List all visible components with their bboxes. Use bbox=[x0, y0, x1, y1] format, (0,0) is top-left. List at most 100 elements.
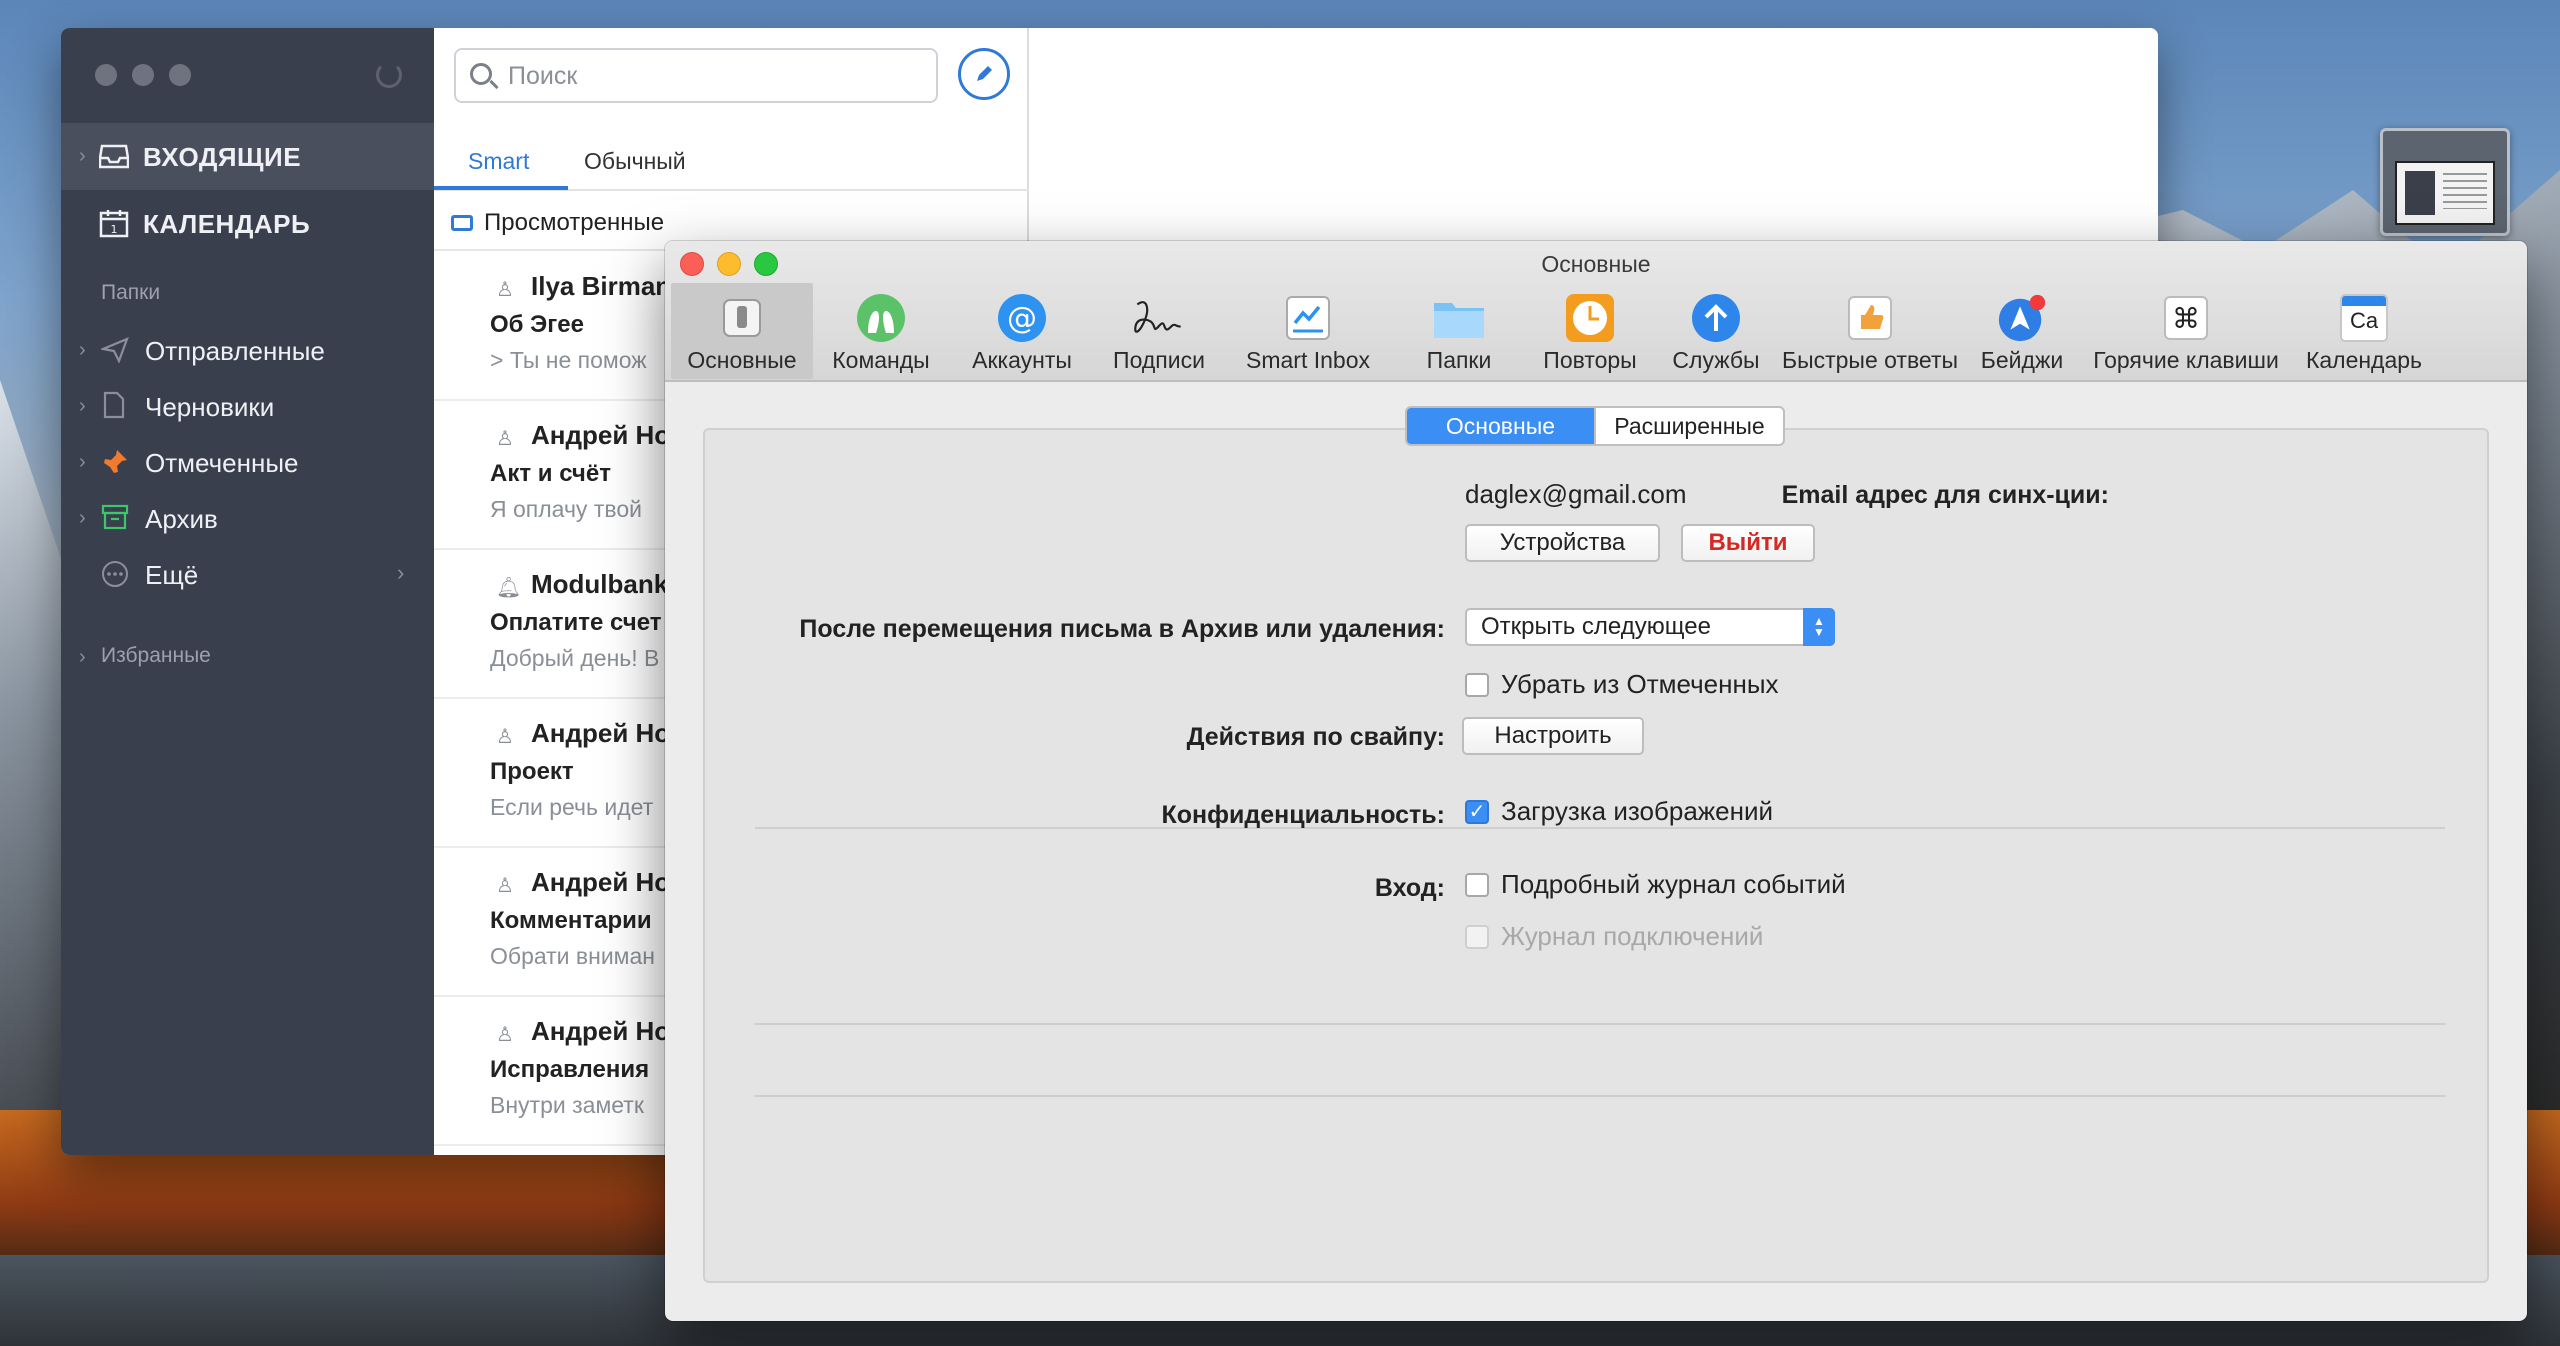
compose-button[interactable] bbox=[958, 48, 1010, 100]
search-input[interactable] bbox=[508, 58, 928, 94]
checkbox-label: Убрать из Отмеченных bbox=[1501, 669, 1779, 699]
sidebar-item-favorites[interactable]: › Избранные bbox=[61, 632, 434, 682]
sidebar-item-inbox[interactable]: › ВХОДЯЩИЕ bbox=[61, 123, 434, 190]
checkbox-label: Загрузка изображений bbox=[1501, 796, 1774, 826]
pin-icon bbox=[101, 448, 129, 476]
sidebar-item-label: Ещё bbox=[145, 560, 199, 590]
remove-from-flagged-checkbox[interactable]: Убрать из Отмеченных bbox=[1465, 669, 1779, 700]
svg-text:@: @ bbox=[1007, 301, 1037, 336]
toolbar-commands[interactable]: Команды bbox=[817, 283, 945, 379]
general-switch-icon bbox=[715, 291, 769, 345]
load-images-checkbox[interactable]: ✓ Загрузка изображений bbox=[1465, 796, 1773, 827]
wallpaper-mountain-left bbox=[0, 380, 70, 1200]
toolbar-smart-inbox[interactable]: Smart Inbox bbox=[1223, 283, 1393, 379]
sync-icon[interactable] bbox=[376, 62, 402, 88]
select-arrows-icon: ▲ ▼ bbox=[1803, 608, 1835, 646]
smart-inbox-icon bbox=[1281, 291, 1335, 345]
draft-icon bbox=[103, 391, 125, 419]
toolbar-label: Аккаунты bbox=[972, 347, 1072, 373]
toolbar-snooze[interactable]: Повторы bbox=[1525, 283, 1655, 379]
after-move-select[interactable]: Открыть следующее ▲ ▼ bbox=[1465, 608, 1835, 646]
sidebar-item-more[interactable]: Ещё › bbox=[61, 546, 434, 602]
signature-icon bbox=[1132, 291, 1186, 345]
toolbar-services[interactable]: Службы bbox=[1659, 283, 1773, 379]
pencil-icon bbox=[977, 66, 992, 81]
sidebar-item-calendar[interactable]: 1 КАЛЕНДАРЬ bbox=[61, 190, 434, 257]
detailed-log-checkbox[interactable]: Подробный журнал событий bbox=[1465, 869, 1846, 900]
toolbar-folders[interactable]: Папки bbox=[1395, 283, 1523, 379]
favorites-heading: Избранные bbox=[101, 644, 211, 667]
sidebar-item-label: Отправленные bbox=[145, 336, 325, 366]
window-close-button[interactable] bbox=[95, 64, 117, 86]
sidebar-item-drafts[interactable]: › Черновики bbox=[61, 378, 434, 434]
toolbar-label: Повторы bbox=[1543, 347, 1637, 373]
devices-button[interactable]: Устройства bbox=[1465, 524, 1660, 562]
sidebar-item-label: Черновики bbox=[145, 392, 275, 422]
toolbar-accounts[interactable]: @ Аккаунты bbox=[947, 283, 1097, 379]
message-sender: Modulbank bbox=[531, 569, 669, 599]
search-box bbox=[454, 48, 938, 103]
active-tab-indicator bbox=[434, 186, 568, 190]
message-preview: Я оплачу твой bbox=[490, 496, 642, 522]
message-subject: Об Эгее bbox=[490, 311, 584, 338]
sidebar-item-label: КАЛЕНДАРЬ bbox=[143, 209, 311, 239]
section-divider bbox=[755, 1095, 2445, 1097]
folder-icon bbox=[1432, 291, 1486, 345]
message-preview: Внутри заметк bbox=[490, 1092, 644, 1118]
section-divider bbox=[755, 1023, 2445, 1025]
toolbar-badges[interactable]: Бейджи bbox=[1969, 283, 2075, 379]
calendar-icon-text: Ca bbox=[2349, 308, 2379, 333]
toolbar-calendar[interactable]: Ca Календарь bbox=[2299, 283, 2429, 379]
group-label: Просмотренные bbox=[484, 209, 665, 236]
chevron-right-icon: › bbox=[397, 560, 405, 585]
chevron-right-icon: › bbox=[79, 506, 86, 529]
toolbar-label: Основные bbox=[687, 347, 797, 373]
swipe-configure-button[interactable]: Настроить bbox=[1462, 717, 1644, 755]
settings-segmented-control: Основные Расширенные bbox=[1405, 406, 1785, 446]
privacy-label: Конфиденциальность: bbox=[1161, 801, 1445, 829]
toolbar-quick-replies[interactable]: Быстрые ответы bbox=[1775, 283, 1965, 379]
sidebar-item-label: ВХОДЯЩИЕ bbox=[143, 142, 302, 172]
segment-advanced[interactable]: Расширенные bbox=[1594, 408, 1783, 444]
toolbar-label: Папки bbox=[1426, 347, 1492, 373]
archive-icon bbox=[101, 504, 129, 530]
toolbar-label: Быстрые ответы bbox=[1781, 347, 1959, 373]
tab-regular[interactable]: Обычный bbox=[584, 148, 686, 175]
search-icon bbox=[470, 63, 492, 85]
sidebar-item-sent[interactable]: › Отправленные bbox=[61, 322, 434, 378]
login-label: Вход: bbox=[1374, 874, 1445, 902]
message-preview: Добрый день! В bbox=[490, 645, 660, 671]
segment-general[interactable]: Основные bbox=[1407, 408, 1594, 444]
svg-text:⌘: ⌘ bbox=[2172, 302, 2200, 335]
command-key-icon: ⌘ bbox=[2159, 291, 2213, 345]
connection-log-checkbox: Журнал подключений bbox=[1465, 921, 1763, 952]
checkbox-label: Подробный журнал событий bbox=[1501, 869, 1846, 899]
sidebar-item-label: Архив bbox=[145, 504, 218, 534]
sidebar: › ВХОДЯЩИЕ 1 КАЛЕНДАРЬ Папки › Отправлен… bbox=[61, 28, 434, 1155]
toolbar-label: Подписи bbox=[1113, 347, 1205, 373]
toolbar-general[interactable]: Основные bbox=[671, 283, 813, 379]
folders-heading: Папки bbox=[101, 281, 161, 304]
desktop-screenshot-thumbnail[interactable] bbox=[2380, 128, 2510, 236]
message-preview: Обрати вниман bbox=[490, 943, 655, 969]
message-preview: Если речь идет bbox=[490, 794, 654, 820]
inbox-icon bbox=[99, 143, 129, 169]
tab-smart[interactable]: Smart bbox=[468, 148, 529, 175]
toolbar-signatures[interactable]: Подписи bbox=[1099, 283, 1219, 379]
after-move-value: Открыть следующее bbox=[1481, 613, 1711, 640]
toolbar-hotkeys[interactable]: ⌘ Горячие клавиши bbox=[2077, 283, 2295, 379]
window-minimize-button[interactable] bbox=[132, 64, 154, 86]
chevron-right-icon: › bbox=[79, 145, 86, 167]
sync-email-label: Email адрес для синх-ции: bbox=[1781, 481, 2109, 509]
message-subject: Исправления bbox=[490, 1056, 650, 1083]
sidebar-item-archive[interactable]: › Архив bbox=[61, 490, 434, 546]
logout-button[interactable]: Выйти bbox=[1681, 524, 1815, 562]
message-sender: Андрей Но bbox=[531, 420, 671, 450]
chevron-right-icon: › bbox=[79, 394, 86, 417]
envelope-icon bbox=[451, 215, 473, 231]
message-preview: > Ты не помож bbox=[490, 347, 647, 373]
commands-icon bbox=[854, 291, 908, 345]
sidebar-item-flagged[interactable]: › Отмеченные bbox=[61, 434, 434, 490]
window-zoom-button[interactable] bbox=[169, 64, 191, 86]
list-tabs: Smart Обычный bbox=[434, 123, 1029, 191]
